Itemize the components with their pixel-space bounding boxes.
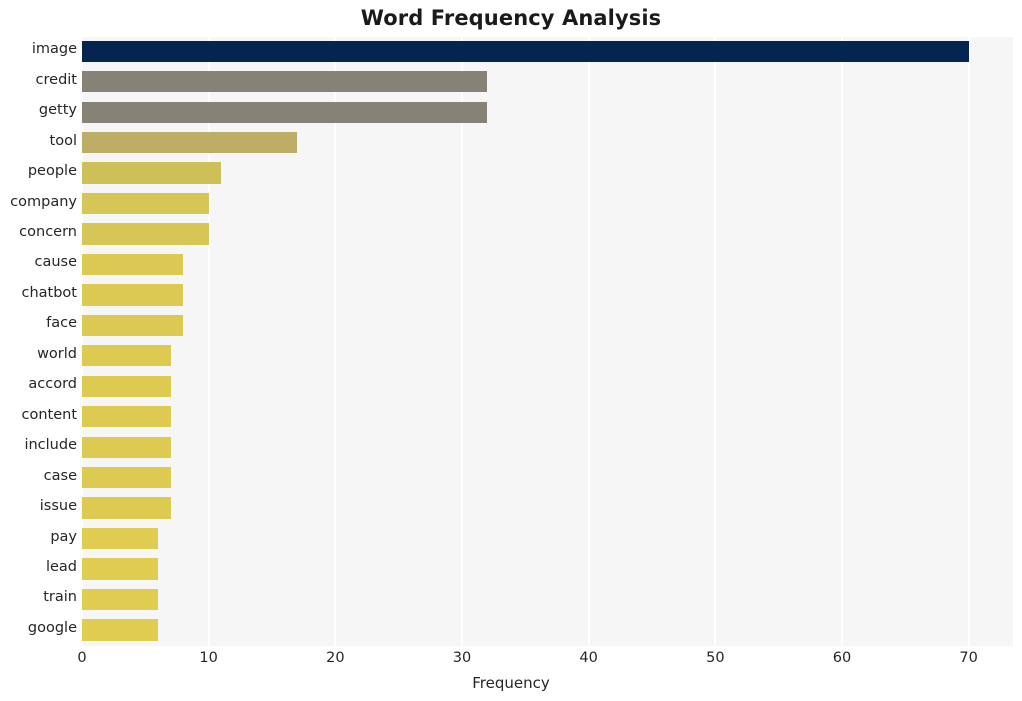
bar-train	[82, 588, 158, 611]
bar-cause	[82, 253, 184, 276]
y-tick-label-google: google	[27, 619, 77, 636]
bar-google	[82, 619, 158, 641]
x-axis-tick-labels: 0 10 20 30 40 50 60 70	[0, 650, 1022, 672]
bar-case	[82, 466, 171, 489]
bar-people	[82, 162, 222, 184]
bar-accord	[82, 375, 171, 397]
x-tick-label-60: 60	[832, 650, 852, 666]
bar-content	[82, 406, 171, 428]
bar-pay	[82, 527, 158, 550]
y-tick-label-accord: accord	[28, 376, 77, 393]
y-tick-label-pay: pay	[50, 528, 77, 545]
x-tick-label-20: 20	[326, 650, 345, 666]
y-tick-label-world: world	[37, 345, 77, 362]
x-tick-label-50: 50	[706, 650, 725, 666]
x-tick-label-40: 40	[579, 650, 598, 666]
bar-credit	[82, 71, 488, 93]
chart-figure: Word Frequency Analysis image credit getty…	[0, 0, 1022, 701]
y-tick-label-getty: getty	[38, 102, 77, 119]
bar-chatbot	[82, 284, 184, 306]
x-tick-label-10: 10	[199, 650, 218, 666]
y-tick-label-include: include	[24, 437, 77, 454]
y-tick-label-face: face	[46, 315, 77, 332]
y-tick-label-train: train	[43, 589, 77, 606]
bar-getty	[82, 101, 488, 123]
y-tick-label-cause: cause	[34, 254, 77, 271]
y-tick-label-content: content	[21, 406, 77, 423]
y-axis-tick-labels: image credit getty tool people company concern…	[0, 37, 77, 646]
x-tick-label-70: 70	[959, 650, 978, 666]
bar-world	[82, 345, 171, 367]
y-tick-label-issue: issue	[39, 498, 77, 515]
y-tick-label-concern: concern	[19, 224, 77, 240]
y-tick-label-case: case	[43, 467, 77, 484]
bar-series	[82, 37, 1013, 646]
bar-tool	[82, 132, 298, 154]
y-tick-label-image: image	[31, 41, 77, 58]
y-tick-label-company: company	[10, 193, 77, 210]
y-tick-label-people: people	[27, 163, 77, 180]
y-tick-label-chatbot: chatbot	[21, 284, 78, 301]
bar-concern	[82, 223, 209, 245]
bar-lead	[82, 558, 158, 580]
y-tick-label-tool: tool	[49, 132, 77, 149]
y-tick-label-lead: lead	[45, 558, 77, 575]
page-title: Word Frequency Analysis	[360, 6, 662, 30]
plot-area	[81, 37, 1013, 646]
bar-issue	[82, 497, 171, 519]
x-tick-label-0: 0	[77, 650, 87, 666]
bar-face	[82, 314, 184, 337]
x-axis-label: Frequency	[472, 674, 550, 692]
y-tick-label-credit: credit	[35, 71, 77, 88]
bar-company	[82, 192, 209, 215]
bar-image	[82, 40, 969, 62]
bar-include	[82, 436, 171, 458]
x-tick-label-30: 30	[452, 650, 472, 666]
